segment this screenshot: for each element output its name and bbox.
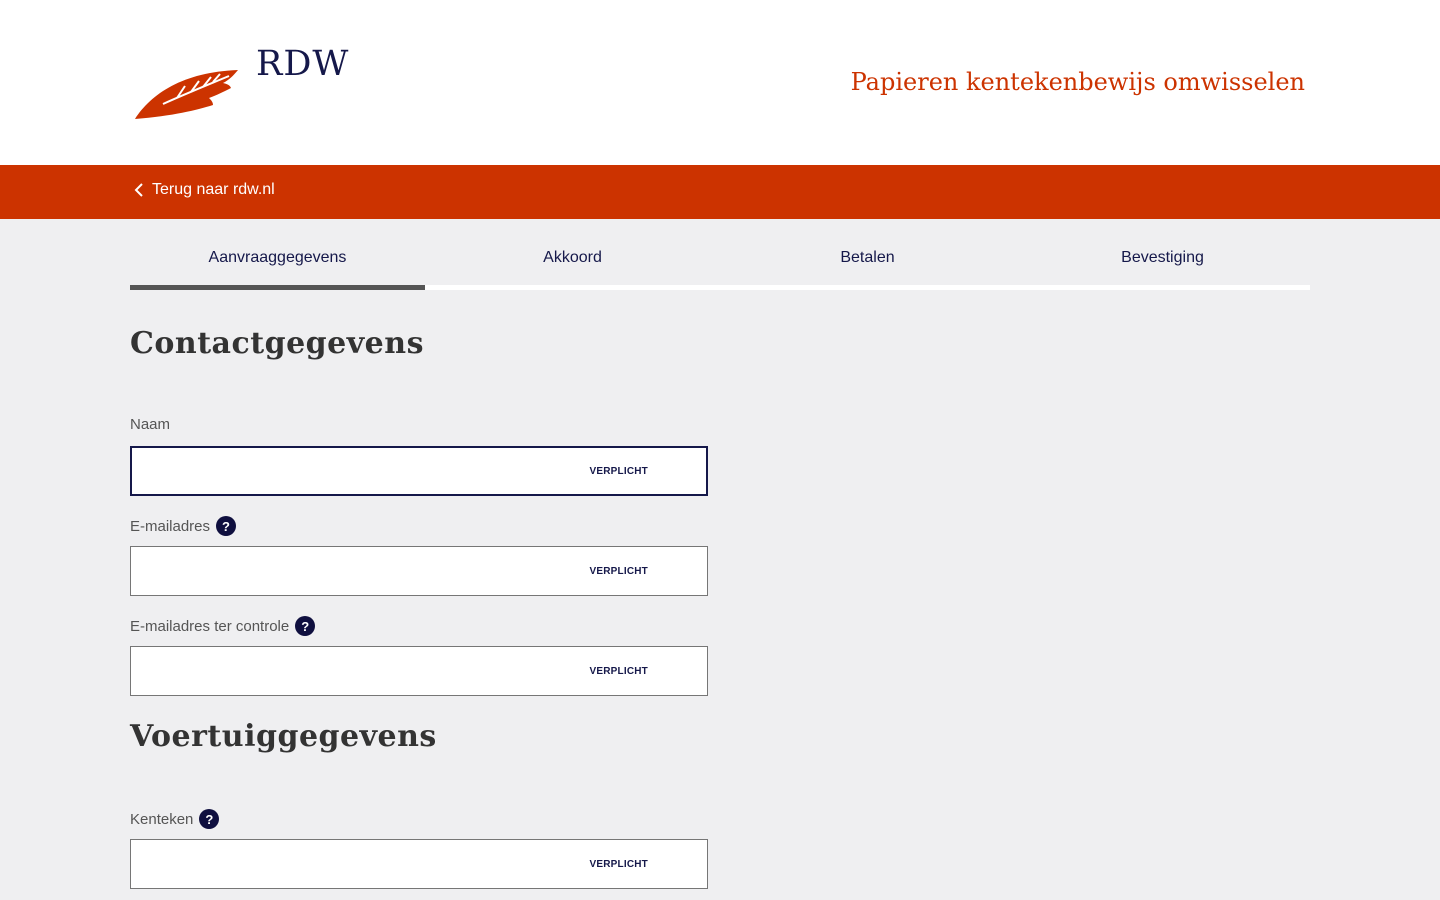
license-plate-field[interactable]: VERPLICHT	[130, 839, 708, 889]
email-field[interactable]: VERPLICHT	[130, 546, 708, 596]
email-input[interactable]	[131, 547, 707, 595]
step-label: Aanvraaggegevens	[208, 249, 347, 266]
section-title-contact: Contactgegevens	[130, 326, 424, 361]
step-indicator	[1015, 285, 1310, 290]
back-link-label: Terug naar rdw.nl	[152, 181, 275, 198]
field-label-text: E-mailadres ter controle	[130, 617, 290, 635]
chevron-left-icon	[134, 183, 143, 197]
name-field[interactable]: VERPLICHT	[130, 446, 708, 496]
step-indicator	[130, 285, 425, 290]
step-label: Bevestiging	[1121, 249, 1204, 266]
step-label: Betalen	[840, 249, 895, 266]
field-label-text: Kenteken	[130, 810, 194, 828]
help-icon[interactable]: ?	[295, 616, 316, 636]
field-label-text: E-mailadres	[130, 517, 211, 535]
email-label: E-mailadres ?	[130, 516, 237, 536]
site-title: Papieren kentekenbewijs omwisselen	[850, 68, 1305, 96]
help-icon[interactable]: ?	[216, 516, 237, 536]
back-link[interactable]: Terug naar rdw.nl	[134, 181, 275, 199]
step-aanvraaggegevens[interactable]: Aanvraaggegevens	[130, 240, 425, 290]
logo-text: RDW	[256, 44, 350, 84]
step-betalen[interactable]: Betalen	[720, 240, 1015, 290]
name-label: Naam	[130, 416, 170, 433]
back-bar: Terug naar rdw.nl	[0, 165, 1440, 219]
rdw-logo[interactable]: RDW	[130, 44, 348, 124]
name-input[interactable]	[131, 447, 707, 495]
email-confirm-input[interactable]	[131, 647, 707, 695]
email-confirm-field[interactable]: VERPLICHT	[130, 646, 708, 696]
page-header: RDW Papieren kentekenbewijs omwisselen	[0, 0, 1440, 165]
step-indicator	[720, 285, 1015, 290]
step-indicator	[425, 285, 720, 290]
step-bevestiging[interactable]: Bevestiging	[1015, 240, 1310, 290]
help-icon[interactable]: ?	[199, 809, 220, 829]
email-confirm-label: E-mailadres ter controle ?	[130, 616, 316, 636]
field-label-text: Naam	[130, 416, 171, 433]
license-plate-label: Kenteken ?	[130, 809, 220, 829]
progress-steps: Aanvraaggegevens Akkoord Betalen Bevesti…	[130, 240, 1310, 290]
section-title-vehicle: Voertuiggegevens	[130, 719, 437, 754]
step-label: Akkoord	[543, 249, 602, 266]
rdw-logo-icon	[135, 70, 238, 119]
step-akkoord[interactable]: Akkoord	[425, 240, 720, 290]
license-plate-input[interactable]	[131, 840, 707, 888]
